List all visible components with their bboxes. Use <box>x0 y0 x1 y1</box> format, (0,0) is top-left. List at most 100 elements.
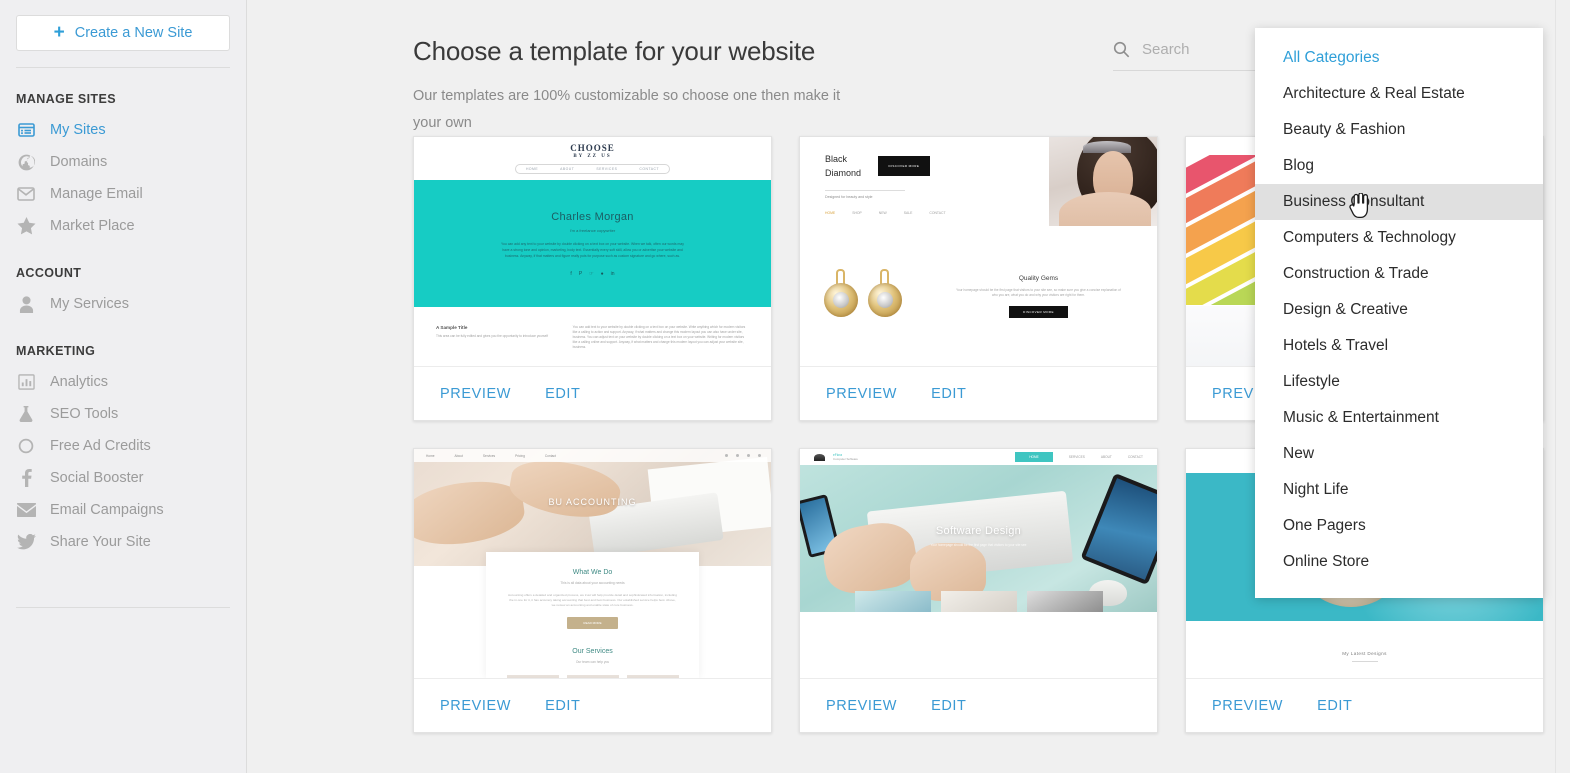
mini-caption: My Latest Designs <box>1342 650 1387 656</box>
sidebar-item-label: Manage Email <box>50 186 143 202</box>
sidebar-item-share-your-site[interactable]: Share Your Site <box>16 526 230 558</box>
mini-section-cta: READ MORE <box>567 617 618 629</box>
mini-nav-item: Contact <box>544 453 556 458</box>
preview-button[interactable]: PREVIEW <box>440 386 511 402</box>
mini-section-title: Quality Gems <box>1018 274 1059 282</box>
template-card[interactable]: CHOOSE BY ZZ US HOME ABOUT SERVICES CONT… <box>413 136 772 421</box>
mini-nav-item: CONTACT <box>929 211 946 215</box>
app-root: + Create a New Site MANAGE SITES My Site… <box>0 0 1570 773</box>
dropdown-item-music-entertainment[interactable]: Music & Entertainment <box>1255 400 1543 436</box>
mini-nav-item: Pricing <box>515 453 525 458</box>
mini-section-cta: DISCOVER MORE <box>1009 305 1068 318</box>
template-thumbnail: Black Diamond DISCOVER MORE Designed for… <box>800 137 1157 366</box>
sidebar-item-seo-tools[interactable]: SEO Tools <box>16 398 230 430</box>
preview-button[interactable]: PREVIEW <box>826 386 897 402</box>
dropdown-item-night-life[interactable]: Night Life <box>1255 472 1543 508</box>
sidebar: + Create a New Site MANAGE SITES My Site… <box>0 0 247 773</box>
dropdown-item-all-categories[interactable]: All Categories <box>1255 40 1543 76</box>
person-icon <box>16 294 36 314</box>
globe-icon <box>16 152 36 172</box>
sidebar-item-my-sites[interactable]: My Sites <box>16 114 230 146</box>
sidebar-item-label: My Services <box>50 296 129 312</box>
dropdown-item-new[interactable]: New <box>1255 436 1543 472</box>
facebook-icon <box>16 468 36 488</box>
dropdown-item-business-consultant[interactable]: Business Consultant <box>1255 184 1543 220</box>
mini-hero-title: Software Design <box>935 525 1022 537</box>
mini-services-title: Our Services <box>572 648 613 655</box>
mini-nav-item: SERVICES <box>1068 455 1085 459</box>
edit-button[interactable]: EDIT <box>931 698 966 714</box>
mini-logo: CHOOSE <box>570 143 615 153</box>
dropdown-item-architecture-real-estate[interactable]: Architecture & Real Estate <box>1255 76 1543 112</box>
mini-brand-sub: Computer Software <box>833 457 858 461</box>
sidebar-item-label: Share Your Site <box>50 534 151 550</box>
sidebar-item-analytics[interactable]: Analytics <box>16 366 230 398</box>
mini-nav: HOME SHOP NEW SALE CONTACT <box>825 211 1049 215</box>
mini-nav-item: About <box>454 453 463 458</box>
flask-icon <box>16 404 36 424</box>
mini-hero-title: Charles Morgan <box>551 210 634 223</box>
bar-chart-icon <box>16 372 36 392</box>
page-scrollbar[interactable] <box>1555 0 1570 773</box>
mini-nav: HOME ABOUT SERVICES CONTACT <box>514 164 671 174</box>
mini-title-line2: Diamond <box>825 168 862 178</box>
dropdown-item-computers-technology[interactable]: Computers & Technology <box>1255 220 1543 256</box>
mini-nav-item: HOME <box>825 211 836 215</box>
sidebar-item-label: Social Booster <box>50 470 144 486</box>
mini-hero-body: You can add any text to your website by … <box>501 241 684 258</box>
mini-nav-item: Services <box>482 453 496 458</box>
category-dropdown-menu[interactable]: All Categories Architecture & Real Estat… <box>1255 28 1543 598</box>
create-new-site-label: Create a New Site <box>74 25 193 41</box>
sidebar-item-social-booster[interactable]: Social Booster <box>16 462 230 494</box>
dropdown-item-hotels-travel[interactable]: Hotels & Travel <box>1255 328 1543 364</box>
preview-button[interactable]: PREVIEW <box>440 698 511 714</box>
mini-section-text: Accounting offers a detailed and organiz… <box>508 593 677 607</box>
mini-nav-item: SHOP <box>852 211 862 215</box>
mini-hero-sub: Your homepage should be the first page t… <box>930 543 1027 547</box>
dropdown-item-design-creative[interactable]: Design & Creative <box>1255 292 1543 328</box>
mini-foot-title: A Sample Title <box>436 325 468 330</box>
page-subtitle: Our templates are 100% customizable so c… <box>413 88 841 131</box>
preview-button[interactable]: PREVIEW <box>1212 698 1283 714</box>
edit-button[interactable]: EDIT <box>545 698 580 714</box>
sites-icon <box>16 120 36 140</box>
sidebar-item-market-place[interactable]: Market Place <box>16 210 230 242</box>
dropdown-item-one-pagers[interactable]: One Pagers <box>1255 508 1543 544</box>
card-actions: PREVIEW EDIT <box>414 678 771 732</box>
sidebar-item-email-campaigns[interactable]: Email Campaigns <box>16 494 230 526</box>
dropdown-item-beauty-fashion[interactable]: Beauty & Fashion <box>1255 112 1543 148</box>
sidebar-item-label: Email Campaigns <box>50 502 164 518</box>
mini-nav-item: NEW <box>878 211 887 215</box>
sidebar-item-free-ad-credits[interactable]: Free Ad Credits <box>16 430 230 462</box>
template-card[interactable]: Black Diamond DISCOVER MORE Designed for… <box>799 136 1158 421</box>
mini-social-icons: f P ☞ ● in <box>570 270 615 277</box>
create-new-site-button[interactable]: + Create a New Site <box>16 15 230 51</box>
sidebar-item-domains[interactable]: Domains <box>16 146 230 178</box>
template-thumbnail: CHOOSE BY ZZ US HOME ABOUT SERVICES CONT… <box>414 137 771 366</box>
mini-brand-name: eFlora <box>833 452 843 457</box>
mini-section-sub: This is all data about your accounting n… <box>560 581 625 585</box>
template-card[interactable]: eFlora Computer Software HOME SERVICES A… <box>799 448 1158 733</box>
sidebar-item-label: Analytics <box>50 374 109 390</box>
star-icon <box>16 216 36 236</box>
template-card[interactable]: Home About Services Pricing Contact BU A… <box>413 448 772 733</box>
sidebar-item-label: Domains <box>50 154 108 170</box>
mini-nav-item: SALE <box>903 211 913 215</box>
envelope-icon <box>16 184 36 204</box>
sidebar-item-label: My Sites <box>50 122 106 138</box>
edit-button[interactable]: EDIT <box>545 386 580 402</box>
edit-button[interactable]: EDIT <box>1317 698 1352 714</box>
dropdown-item-online-store[interactable]: Online Store <box>1255 544 1543 580</box>
sidebar-item-my-services[interactable]: My Services <box>16 288 230 320</box>
sidebar-item-label: Market Place <box>50 218 135 234</box>
sidebar-item-label: SEO Tools <box>50 406 119 422</box>
plus-icon: + <box>53 21 65 43</box>
mini-foot-text: This area can be fully edited and gives … <box>436 334 548 338</box>
mini-services-sub: Our team can help you <box>575 660 610 664</box>
dropdown-item-construction-trade[interactable]: Construction & Trade <box>1255 256 1543 292</box>
preview-button[interactable]: PREVIEW <box>826 698 897 714</box>
edit-button[interactable]: EDIT <box>931 386 966 402</box>
sidebar-item-manage-email[interactable]: Manage Email <box>16 178 230 210</box>
dropdown-item-blog[interactable]: Blog <box>1255 148 1543 184</box>
dropdown-item-lifestyle[interactable]: Lifestyle <box>1255 364 1543 400</box>
